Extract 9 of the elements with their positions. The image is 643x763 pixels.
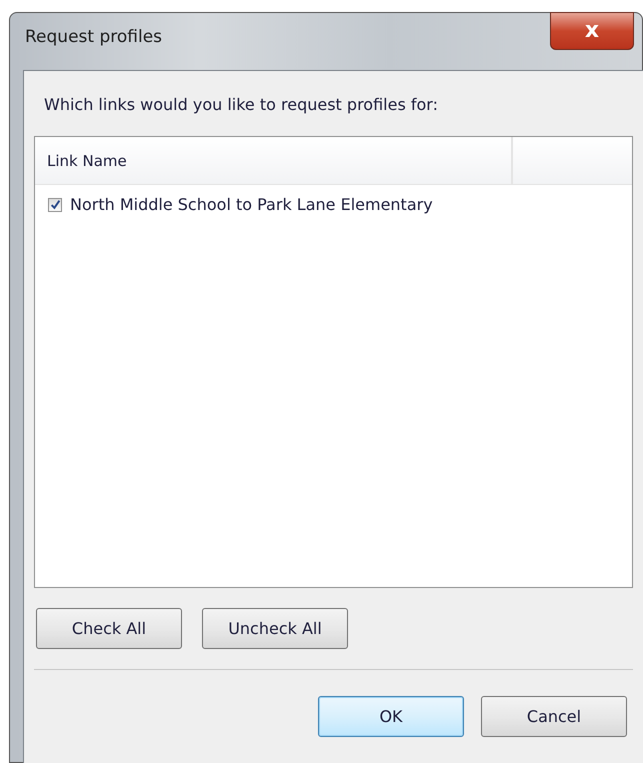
checkbox[interactable] (48, 198, 62, 212)
prompt-text: Which links would you like to request profiles for: (44, 95, 439, 114)
ok-button[interactable]: OK (318, 696, 464, 737)
cancel-button[interactable]: Cancel (481, 696, 627, 737)
window-title: Request profiles (25, 27, 162, 47)
action-button[interactable]: Uncheck All (202, 608, 348, 649)
action-button[interactable]: Check All (36, 608, 182, 649)
link-name: North Middle School to Park Lane Elementary (70, 195, 433, 214)
close-button[interactable]: x (550, 12, 634, 50)
